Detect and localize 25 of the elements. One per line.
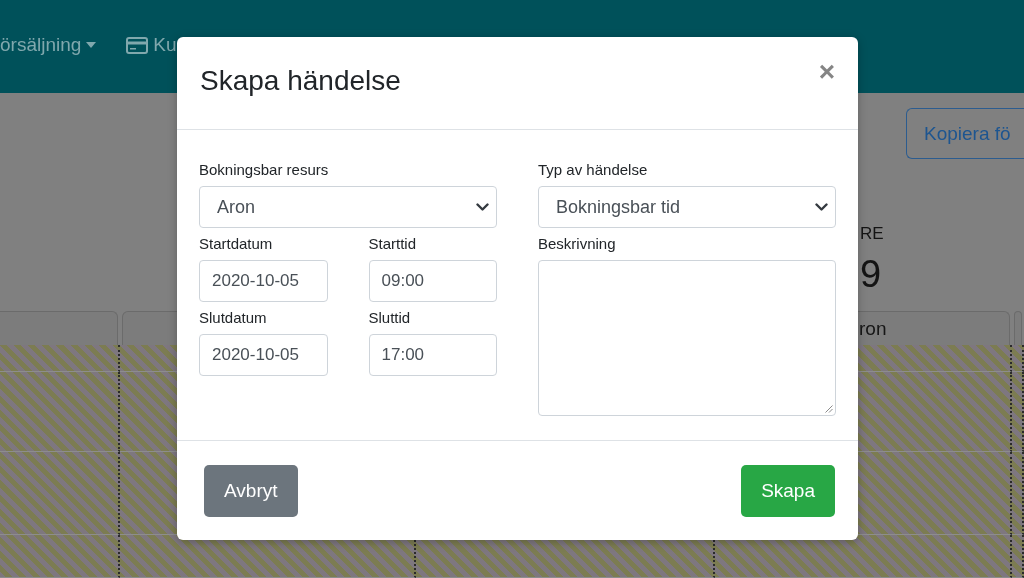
resize-grip-icon [825, 405, 833, 413]
input-field[interactable]: 2020-10-05 [199, 260, 328, 302]
stat-label: RE [860, 224, 884, 244]
caret-icon [86, 42, 97, 48]
secondary-button[interactable]: Avbryt [204, 464, 298, 517]
input-field[interactable]: 09:00 [368, 260, 497, 302]
select-field[interactable]: Aron [199, 186, 497, 228]
field-label: Starttid [368, 234, 418, 254]
chevron-down-icon [815, 203, 828, 211]
input-field[interactable]: 17:00 [368, 334, 497, 376]
chevron-down-icon [476, 203, 489, 211]
field-label: Typ av händelse [538, 160, 649, 180]
field-label: Beskrivning [538, 234, 617, 254]
column-header [1014, 311, 1022, 345]
stat-value: 9 [860, 252, 882, 296]
dialog-title: Skapa händelse [200, 64, 401, 98]
field-label: Sluttid [368, 308, 412, 328]
field-label: Slutdatum [199, 308, 268, 328]
select-field[interactable]: Bokningsbar tid [538, 186, 836, 228]
field-label: Startdatum [199, 234, 274, 254]
textarea-field[interactable] [538, 260, 836, 416]
input-field[interactable]: 2020-10-05 [199, 334, 328, 376]
close-button[interactable]: × [818, 58, 835, 86]
field-label: Bokningsbar resurs [199, 160, 330, 180]
credit-card-icon [126, 36, 149, 54]
